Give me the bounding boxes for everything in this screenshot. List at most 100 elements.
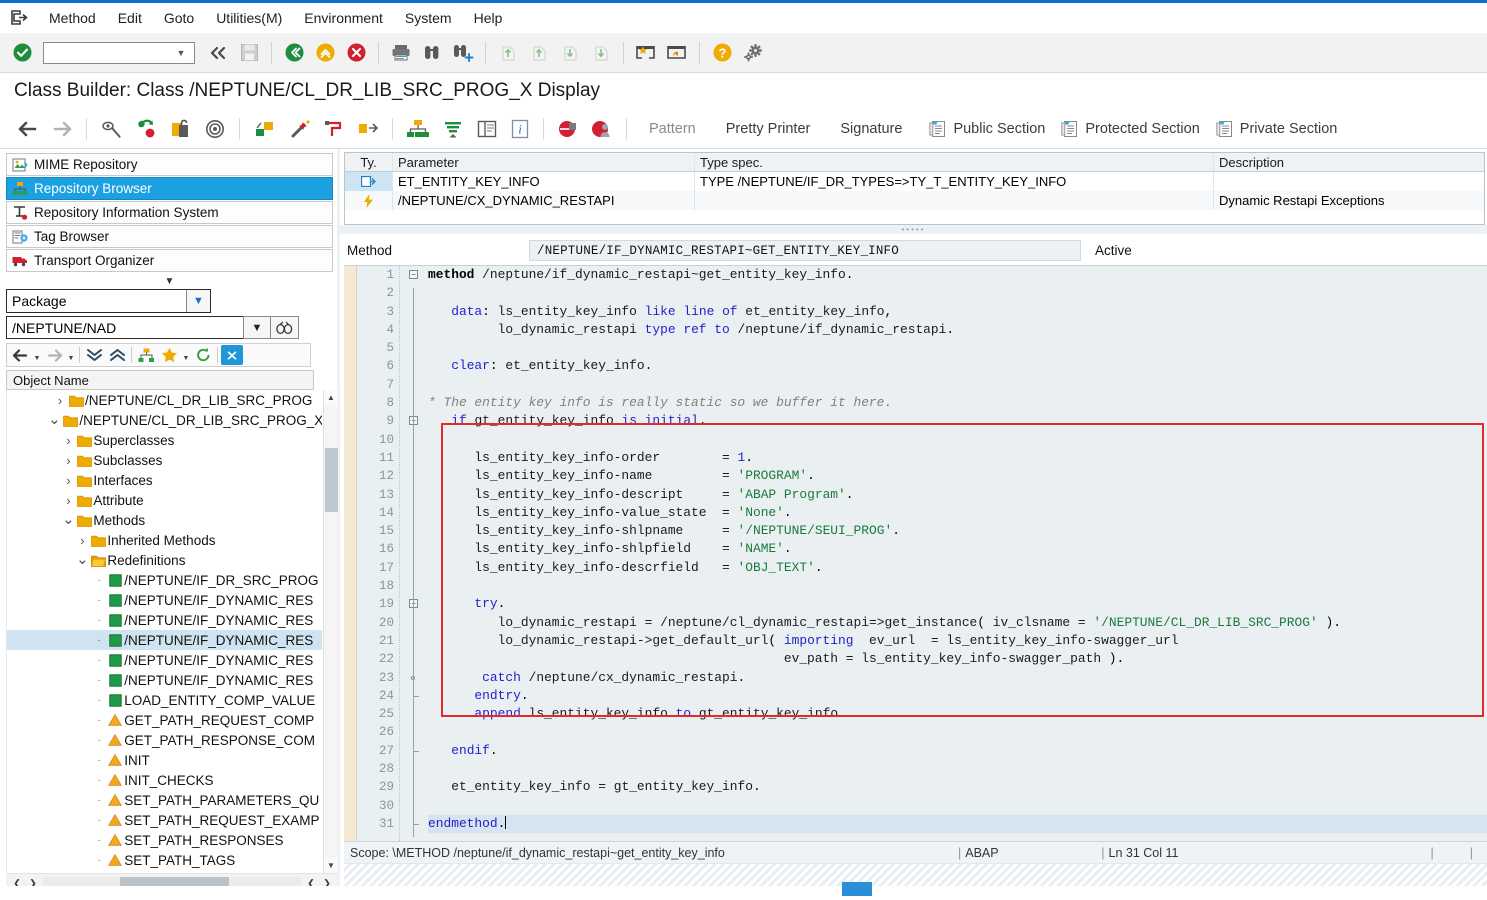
collapse-all-icon[interactable] <box>106 345 128 365</box>
code-line[interactable]: try. <box>428 595 1487 613</box>
object-search-binocular-icon[interactable] <box>271 316 299 339</box>
last-page-icon[interactable] <box>587 39 615 67</box>
code-line[interactable]: lo_dynamic_restapi = /neptune/cl_dynamic… <box>428 614 1487 632</box>
previous-page-icon[interactable] <box>525 39 553 67</box>
tree-item[interactable]: ·INIT_CHECKS <box>7 770 322 790</box>
chevron-right-icon[interactable]: › <box>61 453 75 468</box>
tree-item[interactable]: ›Subclasses <box>7 450 322 470</box>
code-line[interactable] <box>428 797 1487 815</box>
code-line[interactable]: ls_entity_key_info-order = 1. <box>428 449 1487 467</box>
tree-item[interactable]: ·/NEPTUNE/IF_DYNAMIC_RES <box>7 670 322 690</box>
tree-item[interactable]: ›Attribute <box>7 490 322 510</box>
create-session-icon[interactable] <box>632 39 660 67</box>
code-line[interactable]: lo_dynamic_restapi type ref to /neptune/… <box>428 321 1487 339</box>
object-name-dropdown-icon[interactable]: ▼ <box>243 316 271 339</box>
chevron-right-icon[interactable]: › <box>61 493 75 508</box>
save-icon[interactable] <box>235 39 263 67</box>
code-line[interactable]: * The entity key info is really static s… <box>428 394 1487 412</box>
code-line[interactable]: endif. <box>428 742 1487 760</box>
tree-item[interactable]: ·SET_PATH_RESPONSES <box>7 830 322 850</box>
back-double-icon[interactable] <box>204 39 232 67</box>
tree-item[interactable]: ·GET_PATH_REQUEST_COMP <box>7 710 322 730</box>
code-line[interactable]: ls_entity_key_info-value_state = 'None'. <box>428 504 1487 522</box>
code-line[interactable] <box>428 431 1487 449</box>
tree-item[interactable]: ·/NEPTUNE/IF_DYNAMIC_RES <box>7 630 322 650</box>
tree-forward-icon[interactable] <box>43 345 65 365</box>
create-shortcut-icon[interactable] <box>663 39 691 67</box>
tree-item[interactable]: ·GET_PATH_RESPONSE_COM <box>7 730 322 750</box>
tree-item[interactable]: ·/NEPTUNE/IF_DYNAMIC_RES <box>7 610 322 630</box>
cancel-red-icon[interactable] <box>342 39 370 67</box>
chevron-right-icon[interactable]: › <box>61 473 75 488</box>
signature-button[interactable]: Signature <box>826 121 916 137</box>
code-line[interactable]: method /neptune/if_dynamic_restapi~get_e… <box>428 266 1487 284</box>
editor-bookmark-gutter[interactable] <box>344 266 357 841</box>
code-line[interactable] <box>428 284 1487 302</box>
scroll-up-icon[interactable]: ▲ <box>324 390 339 405</box>
pretty-printer-button[interactable]: Pretty Printer <box>712 121 825 137</box>
tree-item[interactable]: ›Interfaces <box>7 470 322 490</box>
scroll-down-icon[interactable]: ▼ <box>324 858 339 873</box>
code-line[interactable]: catch /neptune/cx_dynamic_restapi. <box>428 669 1487 687</box>
chevron-down-icon[interactable]: ⌄ <box>75 557 89 563</box>
tree-item[interactable]: ·/NEPTUNE/IF_DR_SRC_PROG <box>7 570 322 590</box>
chevron-down-icon[interactable]: ▼ <box>186 290 210 312</box>
tree-item[interactable]: ·SET_PATH_TAGS <box>7 850 322 870</box>
code-line[interactable]: ls_entity_key_info-shlpname = '/NEPTUNE/… <box>428 522 1487 540</box>
command-field[interactable]: ▼ <box>43 42 195 64</box>
insert-statement-icon[interactable] <box>318 114 350 144</box>
object-list-icon[interactable] <box>199 114 231 144</box>
chevron-right-icon[interactable]: › <box>75 533 89 548</box>
first-page-icon[interactable] <box>494 39 522 67</box>
table-row[interactable]: /NEPTUNE/CX_DYNAMIC_RESTAPI Dynamic Rest… <box>345 191 1484 210</box>
tree-item[interactable]: ›/NEPTUNE/CL_DR_LIB_SRC_PROG <box>7 390 322 410</box>
code-line[interactable]: endtry. <box>428 687 1487 705</box>
sidebar-item-repository-browser[interactable]: Repository Browser <box>6 177 333 200</box>
code-line[interactable]: ls_entity_key_info-name = 'PROGRAM'. <box>428 467 1487 485</box>
editor-fold-gutter[interactable]: −−− <box>400 266 424 841</box>
breakpoint-icon[interactable] <box>552 114 584 144</box>
method-name-field[interactable]: /NEPTUNE/IF_DYNAMIC_RESTAPI~GET_ENTITY_K… <box>529 240 1081 261</box>
tree-item[interactable]: ·/NEPTUNE/IF_DYNAMIC_RES <box>7 590 322 610</box>
favorites-dropdown-icon[interactable]: ▼ <box>181 345 191 365</box>
help-icon[interactable]: ? <box>708 39 736 67</box>
sidebar-item-tag-browser[interactable]: Tag Browser <box>6 225 333 248</box>
menu-item-utilities[interactable]: Utilities(M) <box>205 7 293 29</box>
unlock-object-icon[interactable] <box>165 114 197 144</box>
code-editor[interactable]: 1234567891011121314151617181920212223242… <box>344 265 1487 841</box>
tree-forward-dropdown-icon[interactable]: ▼ <box>66 345 76 365</box>
pretty-print-wand-icon[interactable] <box>284 114 316 144</box>
tree-back-icon[interactable] <box>9 345 31 365</box>
scrollbar-thumb[interactable] <box>325 448 338 512</box>
menu-item-system[interactable]: System <box>394 7 463 29</box>
code-line[interactable]: lo_dynamic_restapi->get_default_url( imp… <box>428 632 1487 650</box>
code-line[interactable]: append ls_entity_key_info to gt_entity_k… <box>428 705 1487 723</box>
code-line[interactable]: data: ls_entity_key_info like line of et… <box>428 303 1487 321</box>
command-input[interactable] <box>44 44 170 62</box>
code-line[interactable] <box>428 723 1487 741</box>
info-icon[interactable]: i <box>505 114 535 144</box>
code-line[interactable] <box>428 376 1487 394</box>
exit-orange-icon[interactable] <box>311 39 339 67</box>
chevron-down-icon[interactable]: ⌄ <box>47 417 61 423</box>
expand-block-icon[interactable] <box>352 114 384 144</box>
chevron-right-icon[interactable]: › <box>61 873 75 874</box>
nav-collapse-toggle[interactable]: ▼ <box>6 273 333 289</box>
chevron-right-icon[interactable]: › <box>61 433 75 448</box>
menu-item-environment[interactable]: Environment <box>293 7 394 29</box>
enter-check-icon[interactable] <box>8 39 36 67</box>
back-green-icon[interactable] <box>280 39 308 67</box>
code-line[interactable] <box>428 339 1487 357</box>
chevron-down-icon[interactable]: ▼ <box>170 48 192 58</box>
object-hierarchy-icon[interactable] <box>135 345 157 365</box>
menu-item-goto[interactable]: Goto <box>153 7 205 29</box>
code-line[interactable]: clear: et_entity_key_info. <box>428 357 1487 375</box>
next-page-icon[interactable] <box>556 39 584 67</box>
system-menu-icon[interactable] <box>6 7 32 29</box>
tree-item[interactable]: ›Superclasses <box>7 430 322 450</box>
table-row[interactable]: ET_ENTITY_KEY_INFO TYPE /NEPTUNE/IF_DR_T… <box>345 172 1484 191</box>
find-next-icon[interactable] <box>449 39 477 67</box>
forward-arrow-icon[interactable] <box>46 114 78 144</box>
protected-section-button[interactable]: Protected Section <box>1056 114 1208 144</box>
breakpoint-user-icon[interactable] <box>586 114 618 144</box>
